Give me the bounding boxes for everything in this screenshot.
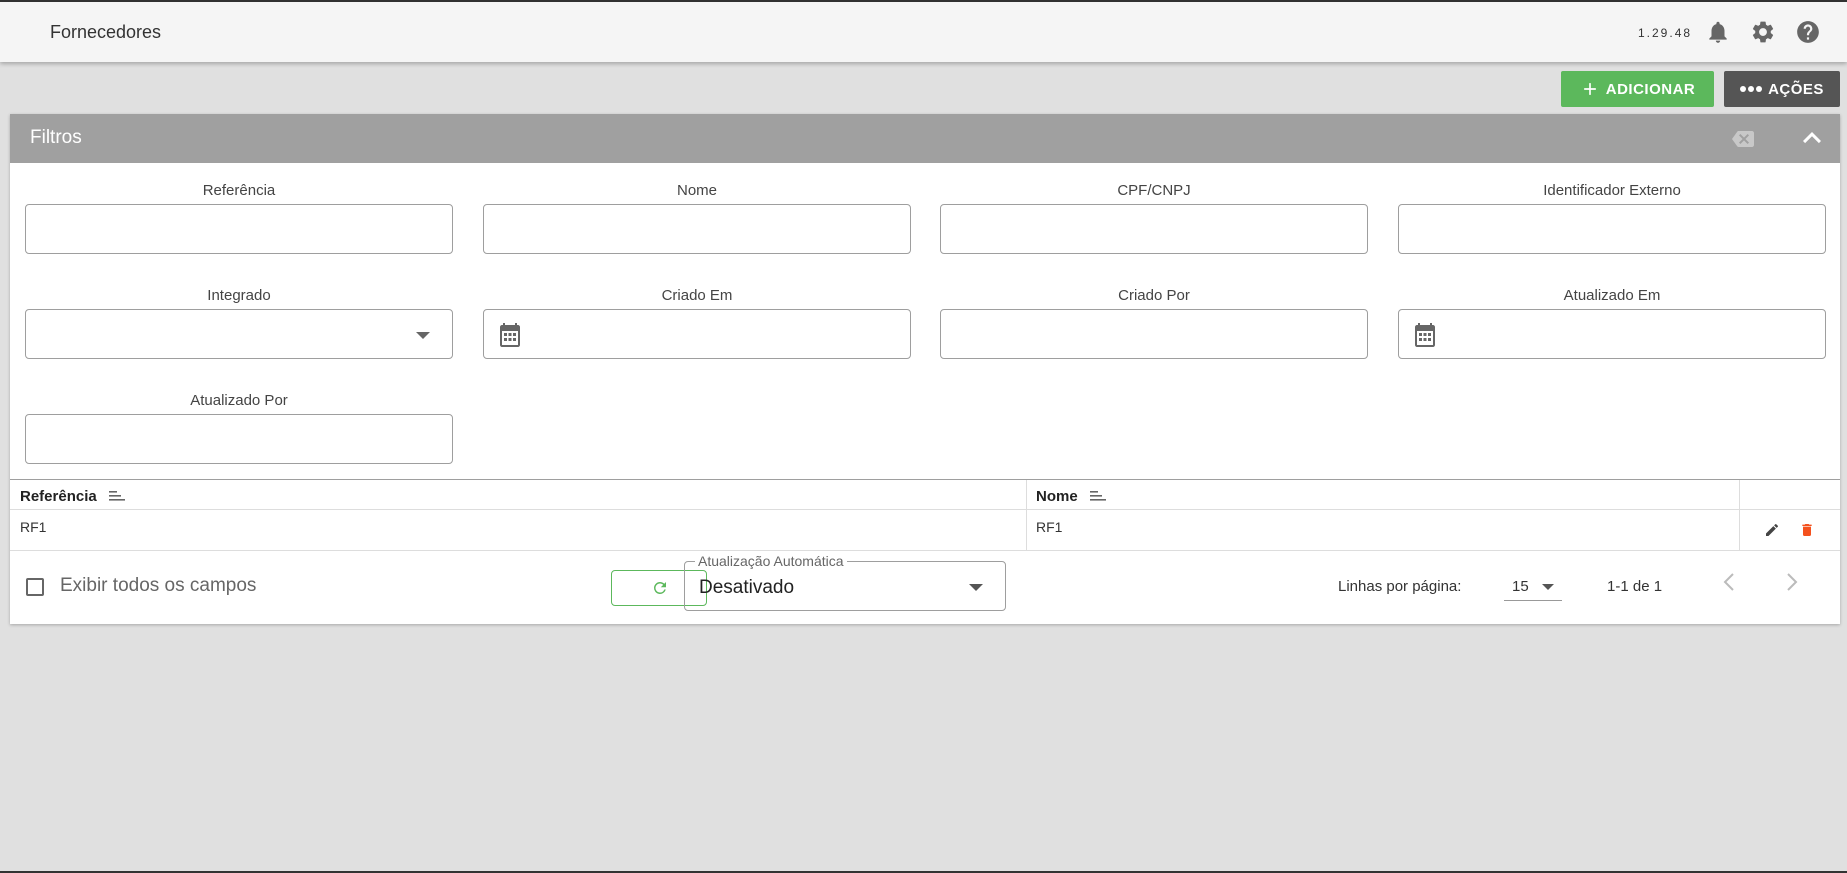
filters-panel: Filtros Referência Nome CPF/CNPJ Identif… <box>10 114 1840 624</box>
identificador-externo-label: Identificador Externo <box>1543 182 1681 199</box>
cpf-cnpj-label: CPF/CNPJ <box>1117 182 1191 199</box>
auto-update-label: Atualização Automática <box>695 553 847 569</box>
clear-filters-icon[interactable] <box>1732 131 1754 147</box>
help-icon[interactable] <box>1795 19 1821 45</box>
column-header-referencia[interactable]: Referência <box>10 480 1026 509</box>
sort-icon[interactable] <box>108 490 125 504</box>
criado-em-label: Criado Em <box>661 287 733 304</box>
bell-icon[interactable] <box>1705 19 1731 45</box>
atualizado-em-label: Atualizado Em <box>1563 287 1661 304</box>
atualizado-por-label: Atualizado Por <box>190 392 288 409</box>
collapse-chevron-icon[interactable] <box>1803 131 1821 145</box>
cpf-cnpj-input[interactable] <box>940 204 1368 254</box>
more-horizontal-icon <box>1740 86 1763 92</box>
page-title: Fornecedores <box>50 22 162 42</box>
atualizado-em-input[interactable] <box>1398 309 1826 359</box>
refresh-icon <box>653 582 666 594</box>
chevron-down-icon <box>969 584 983 591</box>
next-page-icon[interactable] <box>1786 573 1798 596</box>
version-label: 1.29.48 <box>1638 26 1693 40</box>
add-button[interactable]: ADICIONAR <box>1561 71 1714 107</box>
chevron-down-icon <box>1542 584 1554 590</box>
column-header-label: Referência <box>20 488 97 505</box>
gear-icon[interactable] <box>1750 19 1776 45</box>
nome-label: Nome <box>676 182 717 199</box>
show-all-fields-checkbox[interactable] <box>26 578 44 596</box>
table-footer: Exibir todos os campos Atualização Autom… <box>10 551 1840 624</box>
rows-per-page-label: Linhas por página: <box>1338 578 1462 595</box>
atualizado-por-input[interactable] <box>25 414 453 464</box>
cell-referencia: RF1 <box>20 519 47 535</box>
calendar-icon[interactable] <box>1413 322 1437 348</box>
rows-per-page-value: 15 <box>1512 578 1529 595</box>
sort-icon[interactable] <box>1089 490 1106 504</box>
calendar-icon[interactable] <box>498 322 522 348</box>
pagination-range: 1-1 de 1 <box>1607 578 1663 595</box>
previous-page-icon[interactable] <box>1723 573 1735 596</box>
criado-por-label: Criado Por <box>1118 287 1190 304</box>
column-header-nome[interactable]: Nome <box>1026 480 1736 509</box>
rows-per-page-select[interactable]: 15 <box>1504 567 1562 601</box>
identificador-externo-input[interactable] <box>1398 204 1826 254</box>
referencia-input[interactable] <box>25 204 453 254</box>
referencia-label: Referência <box>202 182 276 199</box>
actions-button-label: AÇÕES <box>1768 80 1824 98</box>
criado-por-input[interactable] <box>940 309 1368 359</box>
column-divider <box>1739 510 1740 550</box>
column-divider <box>1739 480 1740 509</box>
filters-title: Filtros <box>30 127 82 148</box>
filters-header: Filtros <box>10 114 1840 163</box>
auto-update-value: Desativado <box>699 577 795 598</box>
add-button-label: ADICIONAR <box>1605 80 1696 98</box>
nome-input[interactable] <box>483 204 911 254</box>
criado-em-input[interactable] <box>483 309 911 359</box>
table-header: Referência Nome <box>10 479 1840 510</box>
chevron-down-icon <box>416 332 430 339</box>
edit-pencil-icon[interactable] <box>1764 522 1780 543</box>
cell-nome: RF1 <box>1036 519 1063 535</box>
top-bar: Fornecedores 1.29.48 <box>0 2 1847 62</box>
show-all-fields-label[interactable]: Exibir todos os campos <box>60 575 256 597</box>
delete-trash-icon[interactable] <box>1799 521 1815 544</box>
integrado-label: Integrado <box>207 287 271 304</box>
actions-button[interactable]: AÇÕES <box>1724 71 1840 107</box>
auto-update-select[interactable]: Atualização Automática Desativado <box>684 553 1006 611</box>
column-header-label: Nome <box>1036 488 1078 505</box>
table-row[interactable]: RF1 RF1 <box>10 510 1840 551</box>
plus-icon <box>1583 83 1596 95</box>
integrado-select[interactable] <box>25 309 453 359</box>
